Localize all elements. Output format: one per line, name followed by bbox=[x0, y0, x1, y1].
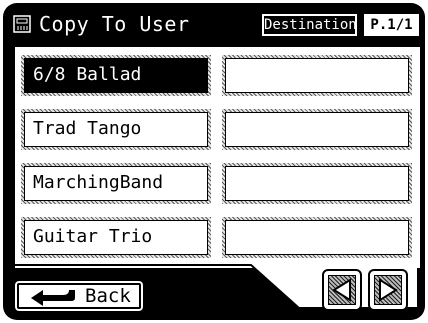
back-label: Back bbox=[85, 285, 131, 307]
back-button[interactable]: Back bbox=[13, 279, 145, 313]
triangle-right-icon bbox=[379, 278, 398, 302]
return-arrow-icon bbox=[31, 290, 75, 306]
screen: Copy To User Destination P.1/1 6/8 Balla… bbox=[3, 3, 425, 320]
triangle-left-icon bbox=[332, 278, 351, 302]
next-page-button[interactable] bbox=[368, 269, 408, 311]
prev-page-button[interactable] bbox=[322, 269, 362, 311]
